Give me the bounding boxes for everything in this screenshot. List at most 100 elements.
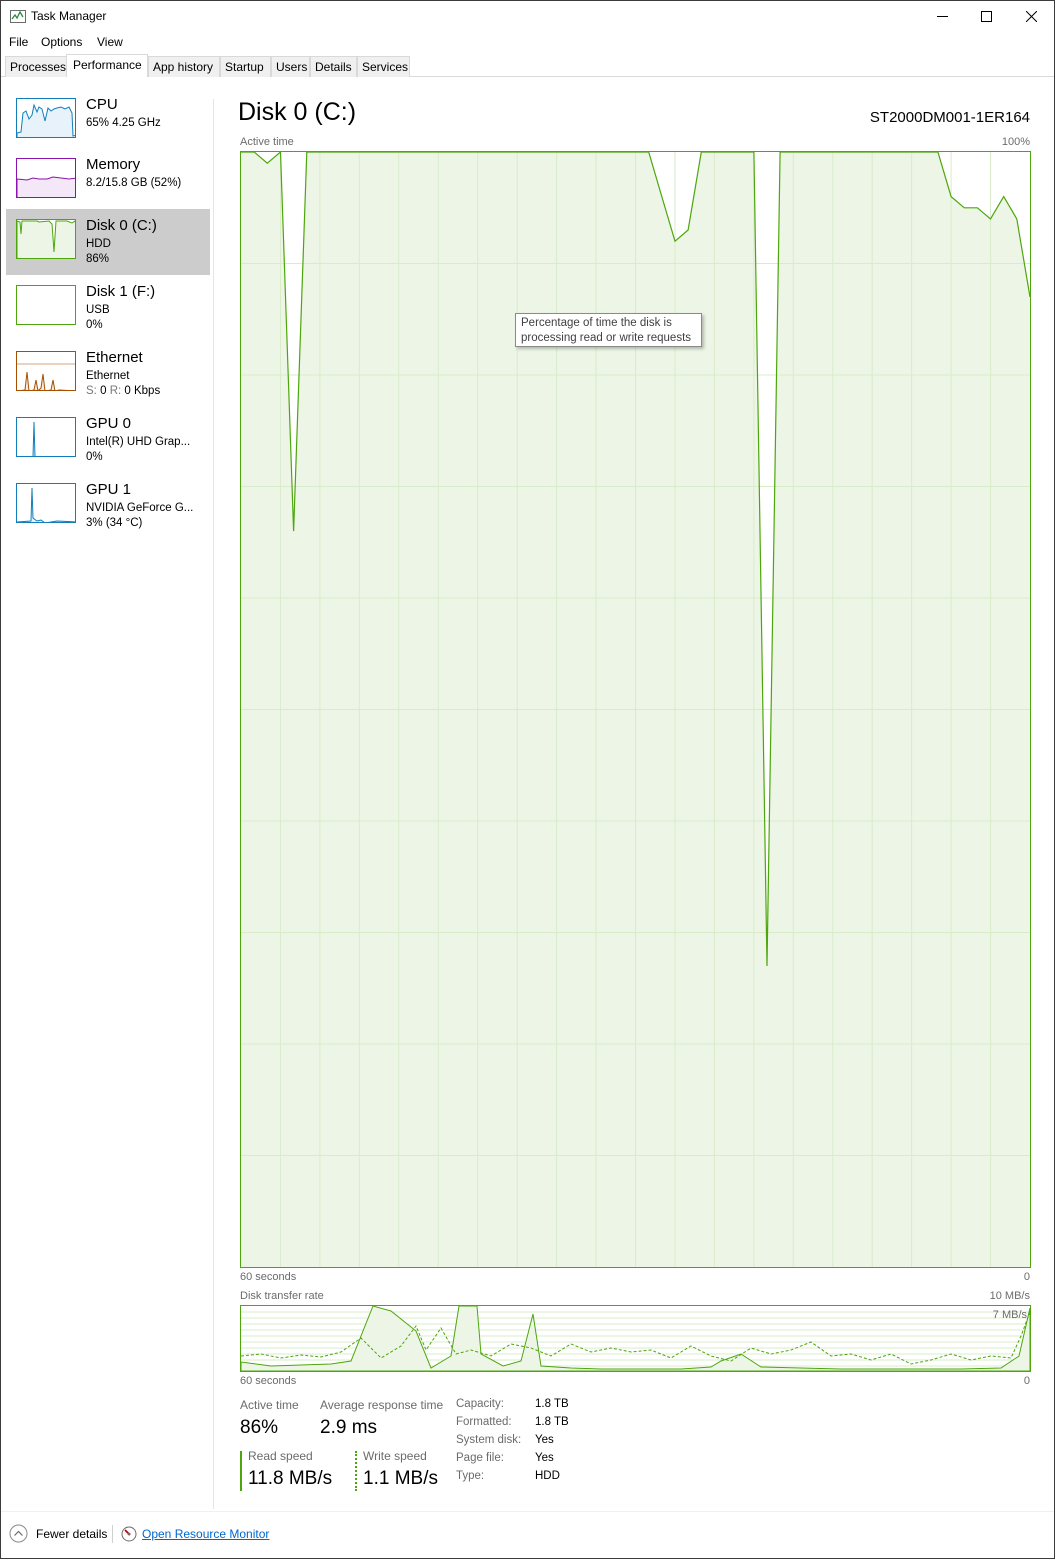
sidebar-gpu0-name: GPU 0 xyxy=(86,415,132,432)
formatted-value: 1.8 TB xyxy=(535,1416,569,1428)
tab-details[interactable]: Details xyxy=(310,56,357,77)
read-speed-indicator xyxy=(240,1451,242,1491)
sidebar-disk1-type: USB xyxy=(86,304,110,316)
menu-file[interactable]: File xyxy=(9,35,28,49)
transfer-rate-graph-max: 10 MB/s xyxy=(989,1290,1030,1302)
sidebar-disk0-type: HDD xyxy=(86,238,111,250)
footer-divider xyxy=(1,1511,1054,1512)
sidebar-gpu0-usage: 0% xyxy=(86,451,103,463)
sidebar-item-ethernet[interactable]: Ethernet Ethernet S: 0 R: 0 Kbps xyxy=(6,341,210,407)
tab-users[interactable]: Users xyxy=(271,56,310,77)
active-time-graph-duration: 60 seconds xyxy=(240,1271,297,1283)
gpu1-thumbnail-graph xyxy=(16,483,76,523)
sidebar-memory-usage: 8.2/15.8 GB (52%) xyxy=(86,177,182,189)
sidebar-ethernet-adapter: Ethernet xyxy=(86,370,130,382)
minimize-button[interactable] xyxy=(919,1,965,32)
active-time-graph-min: 0 xyxy=(1023,1271,1030,1283)
read-speed-value: 11.8 MB/s xyxy=(248,1468,333,1489)
memory-thumbnail-graph xyxy=(16,158,76,198)
sidebar-item-cpu[interactable]: CPU 65% 4.25 GHz xyxy=(6,88,210,154)
transfer-rate-graph-label: Disk transfer rate xyxy=(240,1290,324,1302)
transfer-rate-inner-max: 7 MB/s xyxy=(992,1309,1027,1321)
close-button[interactable] xyxy=(1008,1,1054,32)
open-resource-monitor-label: Open Resource Monitor xyxy=(142,1527,270,1541)
sidebar-disk1-name: Disk 1 (F:) xyxy=(86,283,156,300)
system-disk-value: Yes xyxy=(535,1434,554,1446)
task-manager-icon xyxy=(10,10,26,23)
sidebar-gpu0-model: Intel(R) UHD Grap... xyxy=(86,436,191,448)
disk1-thumbnail-graph xyxy=(16,285,76,325)
transfer-rate-graph-min: 0 xyxy=(1023,1375,1030,1387)
sidebar-item-disk0[interactable]: Disk 0 (C:) HDD 86% xyxy=(6,209,210,275)
response-time-stat-label: Average response time xyxy=(320,1398,444,1412)
sidebar-cpu-name: CPU xyxy=(86,96,118,113)
disk-model: ST2000DM001-1ER164 xyxy=(869,109,1030,126)
response-time-stat-value: 2.9 ms xyxy=(320,1417,378,1438)
active-time-tooltip: Percentage of time the disk is processin… xyxy=(515,313,702,347)
fewer-details-label: Fewer details xyxy=(36,1527,108,1541)
performance-sidebar: CPU 65% 4.25 GHz Memory 8.2/15.8 GB (52%… xyxy=(1,78,212,1508)
capacity-label: Capacity: xyxy=(456,1398,504,1410)
sidebar-gpu1-usage: 3% (34 °C) xyxy=(86,517,143,529)
transfer-rate-graph: 7 MB/s xyxy=(240,1305,1031,1372)
transfer-rate-chart xyxy=(241,1306,1030,1371)
sidebar-disk0-name: Disk 0 (C:) xyxy=(86,217,157,234)
active-time-graph-max: 100% xyxy=(1001,136,1030,148)
active-time-stat-value: 86% xyxy=(240,1417,279,1438)
disk0-thumbnail-graph xyxy=(16,219,76,259)
menu-view[interactable]: View xyxy=(97,35,123,49)
tab-strip: Processes Performance App history Startu… xyxy=(1,54,1054,77)
page-file-value: Yes xyxy=(535,1452,554,1464)
sidebar-ethernet-throughput: S: 0 R: 0 Kbps xyxy=(86,385,161,397)
write-speed-indicator xyxy=(355,1451,357,1491)
page-title: Disk 0 (C:) xyxy=(238,98,357,126)
sidebar-cpu-usage: 65% 4.25 GHz xyxy=(86,117,161,129)
sidebar-divider xyxy=(213,99,214,1509)
active-time-stat-label: Active time xyxy=(240,1398,299,1412)
chevron-up-circle-icon xyxy=(9,1524,28,1543)
task-manager-window: Task Manager File Options View Processes… xyxy=(0,0,1055,1559)
open-resource-monitor-link[interactable]: Open Resource Monitor xyxy=(121,1524,281,1544)
footer-separator xyxy=(112,1525,113,1543)
menu-bar: File Options View xyxy=(1,32,1054,52)
maximize-button[interactable] xyxy=(963,1,1009,32)
system-disk-label: System disk: xyxy=(456,1434,522,1446)
type-value: HDD xyxy=(535,1470,560,1482)
tooltip-line1: Percentage of time the disk is xyxy=(521,317,672,329)
sidebar-disk0-usage: 86% xyxy=(86,253,110,265)
tab-performance[interactable]: Performance xyxy=(66,54,148,77)
sidebar-item-disk1[interactable]: Disk 1 (F:) USB 0% xyxy=(6,275,210,341)
menu-options[interactable]: Options xyxy=(41,35,82,49)
close-icon xyxy=(1025,11,1037,22)
sidebar-ethernet-name: Ethernet xyxy=(86,349,143,366)
active-time-graph-label: Active time xyxy=(240,136,294,148)
sidebar-item-memory[interactable]: Memory 8.2/15.8 GB (52%) xyxy=(6,148,210,214)
tab-app-history[interactable]: App history xyxy=(148,56,220,77)
sidebar-gpu1-name: GPU 1 xyxy=(86,481,132,498)
ethernet-thumbnail-graph xyxy=(16,351,76,391)
tab-services[interactable]: Services xyxy=(357,56,410,77)
tab-processes[interactable]: Processes xyxy=(5,56,67,77)
write-speed-label: Write speed xyxy=(363,1449,427,1463)
sidebar-item-gpu0[interactable]: GPU 0 Intel(R) UHD Grap... 0% xyxy=(6,407,210,473)
sidebar-gpu1-model: NVIDIA GeForce G... xyxy=(86,502,194,514)
sidebar-memory-name: Memory xyxy=(86,156,141,173)
cpu-thumbnail-graph xyxy=(16,98,76,138)
formatted-label: Formatted: xyxy=(456,1416,512,1428)
tab-startup[interactable]: Startup xyxy=(220,56,271,77)
window-title: Task Manager xyxy=(31,9,107,23)
type-label: Type: xyxy=(456,1470,485,1482)
write-speed-value: 1.1 MB/s xyxy=(363,1468,438,1489)
resource-monitor-icon xyxy=(121,1526,137,1542)
read-speed-label: Read speed xyxy=(248,1449,313,1463)
tooltip-line2: processing read or write requests xyxy=(521,332,692,344)
minimize-icon xyxy=(936,16,948,17)
sidebar-item-gpu1[interactable]: GPU 1 NVIDIA GeForce G... 3% (34 °C) xyxy=(6,473,210,539)
gpu0-thumbnail-graph xyxy=(16,417,76,457)
transfer-rate-graph-duration: 60 seconds xyxy=(240,1375,297,1387)
page-file-label: Page file: xyxy=(456,1452,504,1464)
fewer-details-button[interactable]: Fewer details xyxy=(9,1524,109,1544)
sidebar-disk1-usage: 0% xyxy=(86,319,103,331)
maximize-icon xyxy=(980,11,992,22)
title-bar: Task Manager xyxy=(1,1,1054,32)
